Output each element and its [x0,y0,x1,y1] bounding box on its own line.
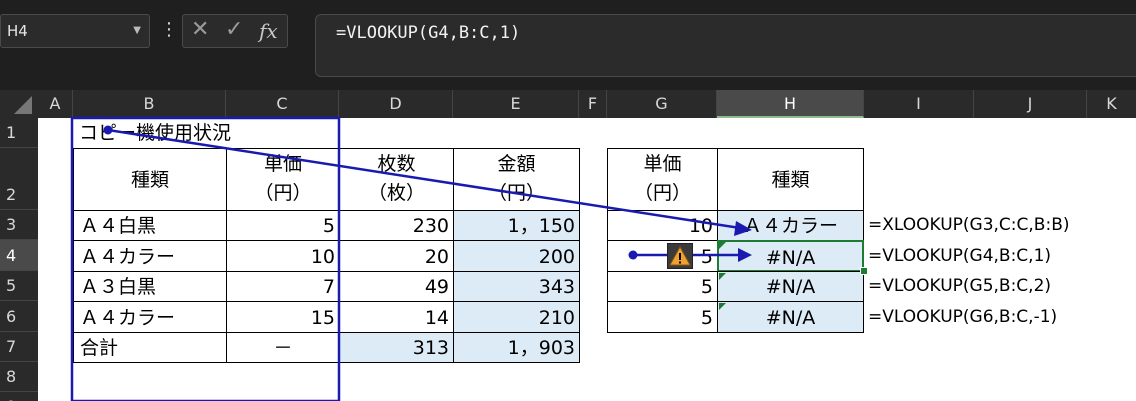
trace-arrow-head-2 [738,248,752,262]
trace-arrow-line-1 [107,128,741,230]
trace-arrow-origin-1 [103,125,113,135]
trace-precedents-overlay [70,116,752,401]
error-check-button[interactable] [667,243,693,269]
trace-arrow-head-1 [734,221,752,236]
trace-arrow-origin-2 [628,250,638,260]
warning-icon [669,245,691,266]
